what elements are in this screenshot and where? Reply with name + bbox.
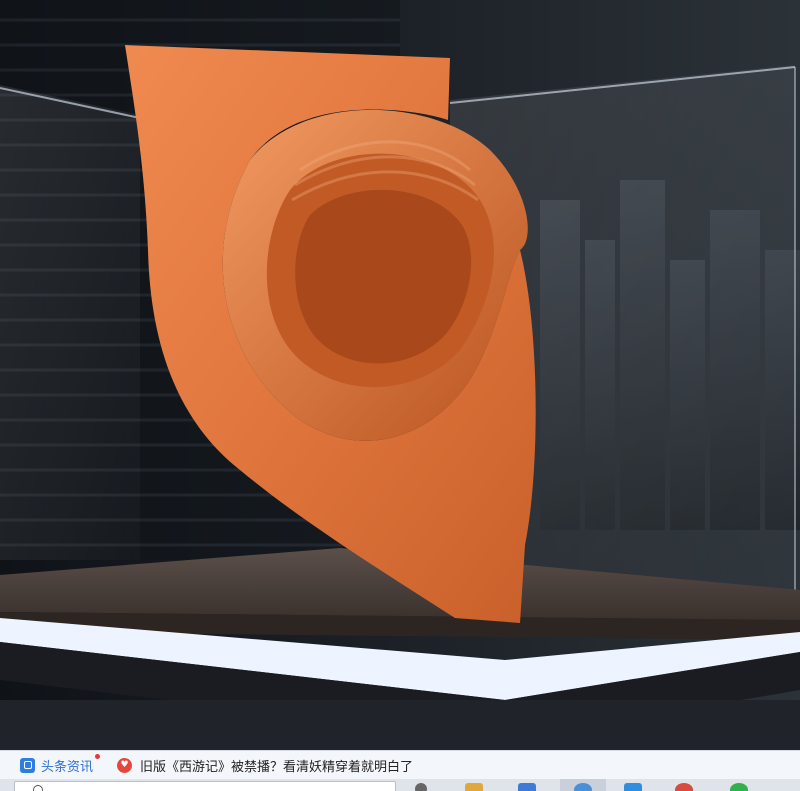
search-icon — [33, 785, 43, 791]
store-icon[interactable] — [518, 783, 536, 791]
chat-icon[interactable] — [730, 783, 748, 791]
notification-dot — [95, 753, 101, 759]
file-explorer-icon[interactable] — [465, 783, 483, 791]
news-ticker-bar: 头条资讯 ♥ 旧版《西游记》被禁播？看清妖精穿着就明白了 — [0, 750, 800, 779]
media-icon[interactable] — [675, 783, 693, 791]
mail-icon[interactable] — [624, 783, 642, 791]
product-illustration — [0, 0, 800, 750]
taskbar — [0, 779, 800, 791]
news-app-icon — [20, 757, 35, 773]
browser-icon[interactable] — [574, 783, 592, 791]
task-view-icon[interactable] — [415, 783, 427, 791]
taskbar-search-input[interactable] — [14, 781, 396, 791]
heart-icon: ♥ — [117, 757, 133, 773]
news-source[interactable]: 头条资讯 — [20, 753, 101, 775]
news-source-label[interactable]: 头条资讯 — [41, 756, 93, 775]
product-scene — [0, 0, 800, 750]
news-headline-link[interactable]: 旧版《西游记》被禁播？看清妖精穿着就明白了 — [140, 756, 413, 775]
